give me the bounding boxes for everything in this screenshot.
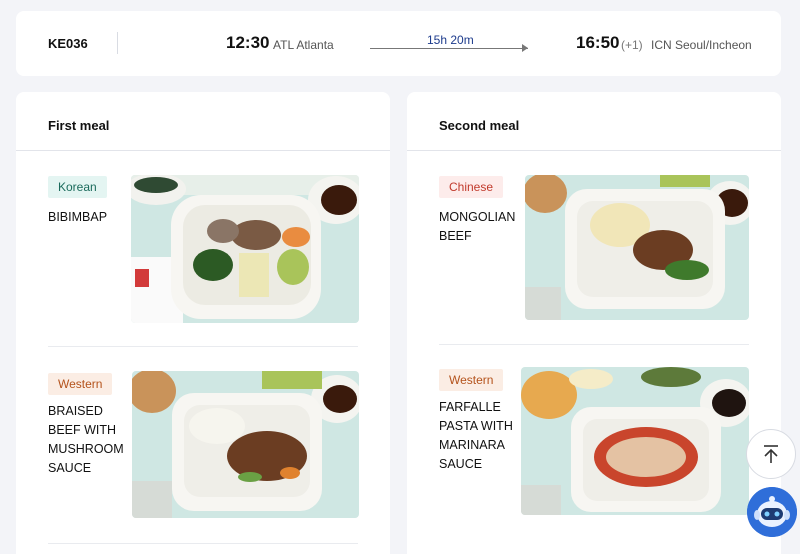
item-divider	[48, 543, 358, 544]
divider	[117, 32, 118, 54]
flight-summary-card: KE036 12:30 ATL Atlanta 15h 20m 16:50 (+…	[16, 11, 781, 76]
route-arrow-icon	[522, 44, 528, 52]
meal-item: Western FARFALLE PASTA WITH MARINARA SAU…	[407, 345, 781, 545]
first-meal-panel: First meal Korean BIBIMBAP Western BRAIS…	[16, 92, 390, 554]
arrow-up-to-top-icon	[764, 445, 778, 463]
departure-time: 12:30	[226, 33, 270, 52]
second-meal-panel: Second meal Chinese MONGOLIAN BEEF Weste…	[407, 92, 781, 554]
chatbot-avatar-icon	[747, 487, 797, 537]
mongolian-beef-photo	[525, 175, 749, 320]
scroll-to-top-button[interactable]	[746, 429, 796, 479]
cuisine-tag: Korean	[48, 176, 107, 198]
arrival-day-offset: (+1)	[621, 38, 643, 52]
dish-name: BRAISED BEEF WITH MUSHROOM SAUCE	[48, 404, 124, 475]
arrival-time: 16:50	[576, 33, 620, 52]
dish-name: MONGOLIAN BEEF	[439, 210, 516, 243]
panel-title: First meal	[16, 92, 390, 151]
cuisine-tag: Western	[439, 369, 504, 391]
meal-item: Chinese MONGOLIAN BEEF	[407, 152, 781, 345]
panel-title: Second meal	[407, 92, 781, 151]
dish-name: BIBIMBAP	[48, 210, 108, 224]
dish-name: FARFALLE PASTA WITH MARINARA SAUCE	[439, 400, 513, 471]
chatbot-button[interactable]	[747, 487, 797, 537]
departure-airport: ATL Atlanta	[273, 38, 334, 52]
farfalle-pasta-photo	[521, 367, 749, 515]
bibimbap-photo	[131, 175, 359, 323]
meal-item: Western BRAISED BEEF WITH MUSHROOM SAUCE	[16, 347, 390, 547]
meal-item: Korean BIBIMBAP	[16, 152, 390, 347]
flight-duration: 15h 20m	[427, 33, 474, 47]
arrival-airport: ICN Seoul/Incheon	[651, 38, 752, 52]
route-line	[370, 48, 528, 49]
braised-beef-photo	[132, 371, 359, 518]
flight-number: KE036	[48, 36, 88, 51]
cuisine-tag: Western	[48, 373, 113, 395]
cuisine-tag: Chinese	[439, 176, 504, 198]
